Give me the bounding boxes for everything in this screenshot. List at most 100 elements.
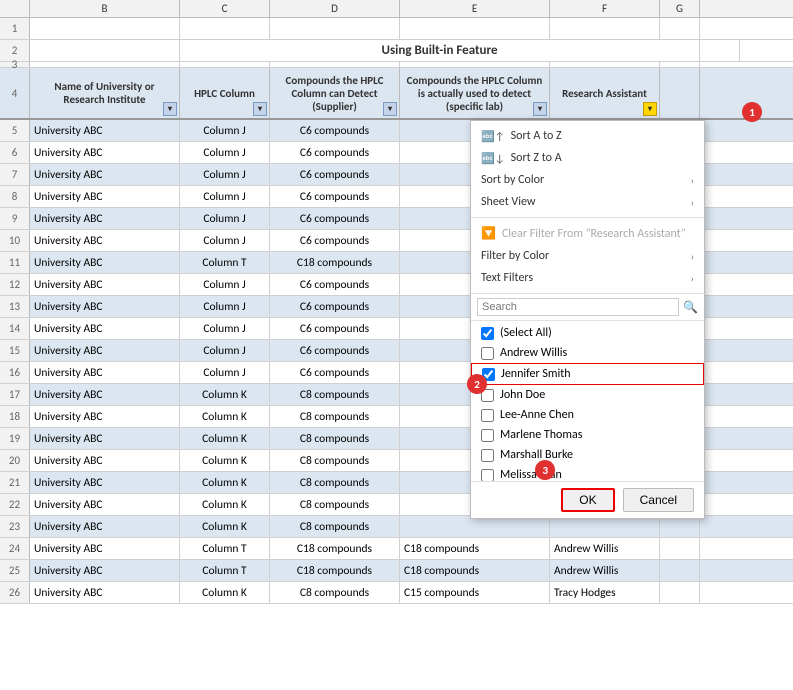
cell-c: Column K — [180, 450, 270, 471]
ok-cancel-row: 3 OK Cancel — [471, 481, 704, 518]
filter-dropdown: 🔤↑ Sort A to Z 🔤↓ Sort Z to A Sort by Co… — [470, 120, 705, 519]
cell-d: C8 compounds — [270, 494, 400, 515]
rownum-5: 5 — [0, 120, 30, 141]
cell-d: C18 compounds — [270, 252, 400, 273]
checklist-items: Andrew Willis Jennifer Smith John Doe Le… — [471, 343, 704, 481]
cell-b: University ABC — [30, 472, 180, 493]
sort-za-label: Sort Z to A — [511, 151, 562, 165]
table-row: 26 University ABC Column K C8 compounds … — [0, 582, 793, 604]
check-item-4[interactable]: Marlene Thomas — [471, 425, 704, 445]
check-item-5[interactable]: Marshall Burke — [471, 445, 704, 465]
clear-filter-label: Clear Filter From "Research Assistant" — [502, 227, 686, 241]
cell-b: University ABC — [30, 582, 180, 603]
search-input[interactable] — [477, 298, 679, 316]
checkbox-6[interactable] — [481, 469, 494, 482]
cell-d: C6 compounds — [270, 318, 400, 339]
rownum-23: 23 — [0, 516, 30, 537]
title-cell: Using Built-in Feature — [180, 40, 700, 61]
rownum-18: 18 — [0, 406, 30, 427]
cell-2g — [700, 40, 740, 61]
cell-1f — [550, 18, 660, 39]
check-item-1[interactable]: Jennifer Smith — [471, 363, 704, 385]
cell-c: Column K — [180, 494, 270, 515]
header-g — [660, 68, 700, 118]
sort-z-a-item[interactable]: 🔤↓ Sort Z to A — [471, 147, 704, 169]
cell-1e — [400, 18, 550, 39]
checkbox-select-all[interactable] — [481, 327, 494, 340]
checkbox-0[interactable] — [481, 347, 494, 360]
table-header-row: 4 Name of University or Research Institu… — [0, 68, 793, 120]
check-item-2[interactable]: John Doe — [471, 385, 704, 405]
cell-1b — [30, 18, 180, 39]
check-select-all[interactable]: (Select All) — [471, 323, 704, 343]
cancel-button[interactable]: Cancel — [623, 488, 694, 512]
cell-f: Andrew Willis — [550, 560, 660, 581]
filter-btn-c[interactable]: ▾ — [253, 102, 267, 116]
cell-b: University ABC — [30, 186, 180, 207]
header-hplc-label: HPLC Column — [194, 87, 255, 100]
rownum-3: 3 — [0, 62, 30, 67]
table-row: 24 University ABC Column T C18 compounds… — [0, 538, 793, 560]
filter-btn-f[interactable]: ▾ — [643, 102, 657, 116]
checkbox-3[interactable] — [481, 409, 494, 422]
cell-b: University ABC — [30, 538, 180, 559]
cell-d: C8 compounds — [270, 582, 400, 603]
cell-b: University ABC — [30, 274, 180, 295]
cell-e: C18 compounds — [400, 538, 550, 559]
sort-a-z-item[interactable]: 🔤↑ Sort A to Z — [471, 125, 704, 147]
cell-2b — [30, 40, 180, 61]
cell-e: C15 compounds — [400, 582, 550, 603]
cell-g — [660, 538, 700, 559]
check-item-6[interactable]: Melissa Joan — [471, 465, 704, 481]
filter-color-label: Filter by Color — [481, 249, 549, 263]
filter-color-arrow: › — [691, 250, 694, 263]
col-header-b: B — [30, 0, 180, 17]
cell-c: Column J — [180, 274, 270, 295]
cell-d: C6 compounds — [270, 274, 400, 295]
check-label-1: Jennifer Smith — [501, 367, 571, 381]
cell-f: Andrew Willis — [550, 538, 660, 559]
cell-d: C8 compounds — [270, 472, 400, 493]
cell-c: Column K — [180, 428, 270, 449]
sort-color-arrow: › — [691, 174, 694, 187]
col-header-e: E — [400, 0, 550, 17]
cell-3d — [270, 62, 400, 67]
cell-d: C8 compounds — [270, 516, 400, 537]
check-item-0[interactable]: Andrew Willis — [471, 343, 704, 363]
cell-3b — [30, 62, 180, 67]
cell-b: University ABC — [30, 494, 180, 515]
rownum-12: 12 — [0, 274, 30, 295]
sort-by-color-item[interactable]: Sort by Color › — [471, 169, 704, 191]
cell-c: Column J — [180, 164, 270, 185]
checkbox-4[interactable] — [481, 429, 494, 442]
cell-b: University ABC — [30, 560, 180, 581]
cell-b: University ABC — [30, 296, 180, 317]
cell-d: C18 compounds — [270, 560, 400, 581]
check-item-3[interactable]: Lee-Anne Chen — [471, 405, 704, 425]
corner-cell — [0, 0, 30, 17]
cell-b: University ABC — [30, 406, 180, 427]
filter-btn-e[interactable]: ▾ — [533, 102, 547, 116]
cell-c: Column J — [180, 186, 270, 207]
sheet-view-item[interactable]: Sheet View › — [471, 191, 704, 213]
rownum-1: 1 — [0, 18, 30, 39]
cell-d: C6 compounds — [270, 340, 400, 361]
filter-by-color-item[interactable]: Filter by Color › — [471, 245, 704, 267]
cell-b: University ABC — [30, 428, 180, 449]
checkbox-5[interactable] — [481, 449, 494, 462]
cell-c: Column K — [180, 582, 270, 603]
text-filters-item[interactable]: Text Filters › — [471, 267, 704, 289]
rownum-7: 7 — [0, 164, 30, 185]
cell-c: Column J — [180, 318, 270, 339]
text-filters-label: Text Filters — [481, 271, 533, 285]
cell-c: Column K — [180, 516, 270, 537]
ok-button[interactable]: OK — [561, 488, 614, 512]
cell-b: University ABC — [30, 384, 180, 405]
cell-1c — [180, 18, 270, 39]
row-1: 1 — [0, 18, 793, 40]
filter-btn-d[interactable]: ▾ — [383, 102, 397, 116]
rownum-15: 15 — [0, 340, 30, 361]
cell-3c — [180, 62, 270, 67]
filter-btn-b[interactable]: ▾ — [163, 102, 177, 116]
cell-g — [660, 560, 700, 581]
